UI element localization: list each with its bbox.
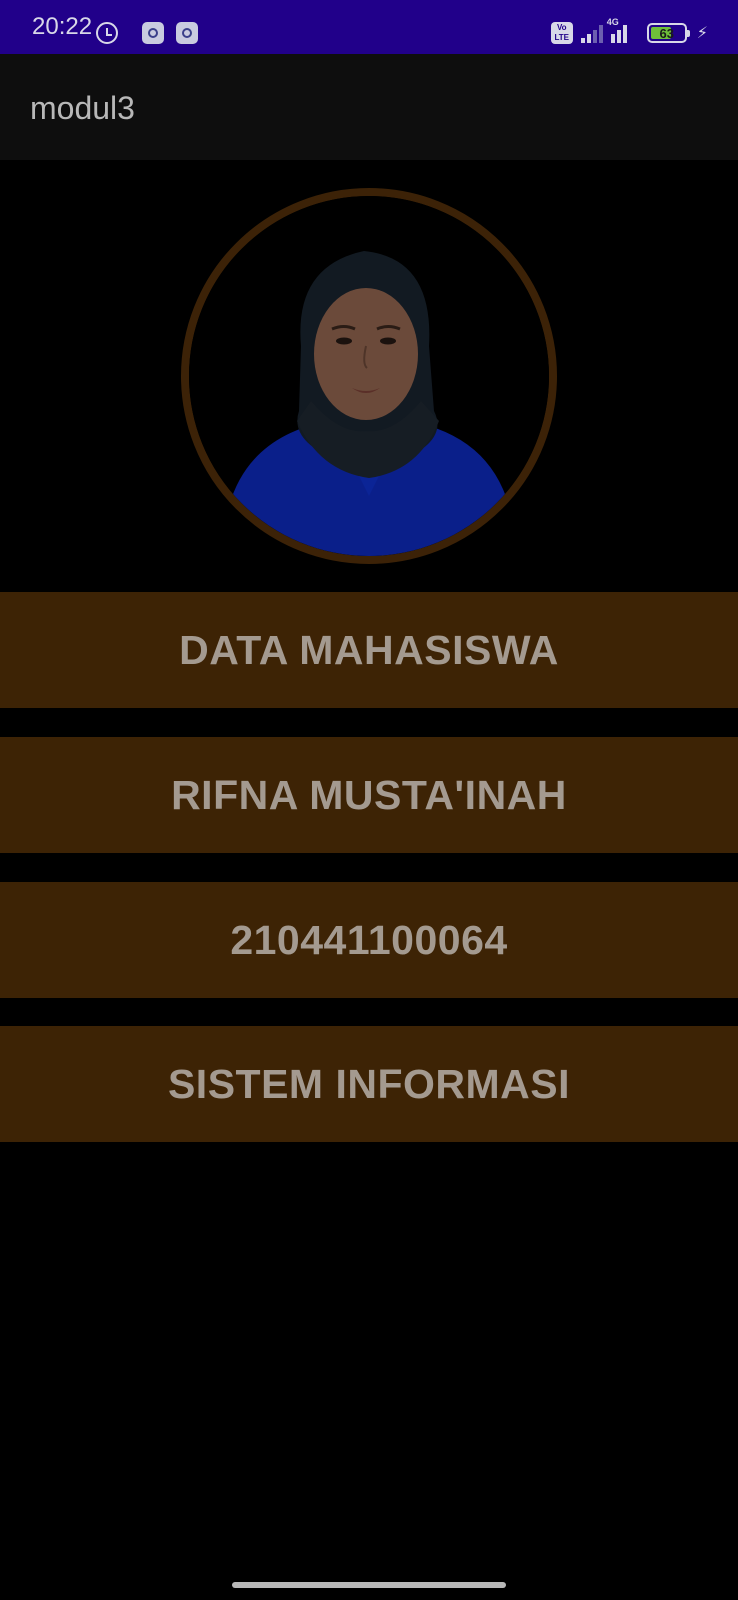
volte-icon: Vo LTE — [550, 22, 573, 44]
profile-photo — [189, 196, 549, 556]
network-type-label: 4G — [606, 17, 619, 27]
status-left-icons — [96, 20, 198, 46]
profile-avatar — [181, 188, 557, 564]
card-study-program-label: SISTEM INFORMASI — [167, 1060, 571, 1107]
alarm-icon — [96, 22, 118, 44]
card-student-id: 210441100064 — [0, 882, 738, 998]
card-title: DATA MAHASISWA — [0, 592, 738, 708]
card-student-id-label: 210441100064 — [230, 916, 508, 963]
volte-line2: LTE — [554, 33, 570, 42]
status-time: 20:22 — [32, 13, 93, 40]
gesture-navigation-handle[interactable] — [232, 1582, 506, 1588]
signal-icon: 4G — [607, 17, 633, 43]
status-bar: 20:22 Vo LTE 4G 63 ⚡ — [0, 0, 738, 54]
battery-icon: 63 — [646, 23, 690, 43]
battery-level: 63 — [659, 25, 674, 41]
app-bar: modul3 — [0, 54, 738, 160]
app-notification-icon — [142, 22, 164, 44]
volte-line1: Vo — [556, 23, 567, 32]
card-title-label: DATA MAHASISWA — [179, 626, 559, 673]
card-student-name-label: RIFNA MUSTA'INAH — [171, 771, 567, 818]
charging-icon: ⚡ — [696, 25, 708, 42]
card-student-name: RIFNA MUSTA'INAH — [0, 737, 738, 853]
card-study-program: SISTEM INFORMASI — [0, 1026, 738, 1142]
signal-icon — [580, 23, 603, 43]
app-title: modul3 — [30, 90, 135, 126]
app-notification-icon — [176, 22, 198, 44]
status-right-icons: Vo LTE 4G 63 ⚡ — [550, 17, 708, 46]
